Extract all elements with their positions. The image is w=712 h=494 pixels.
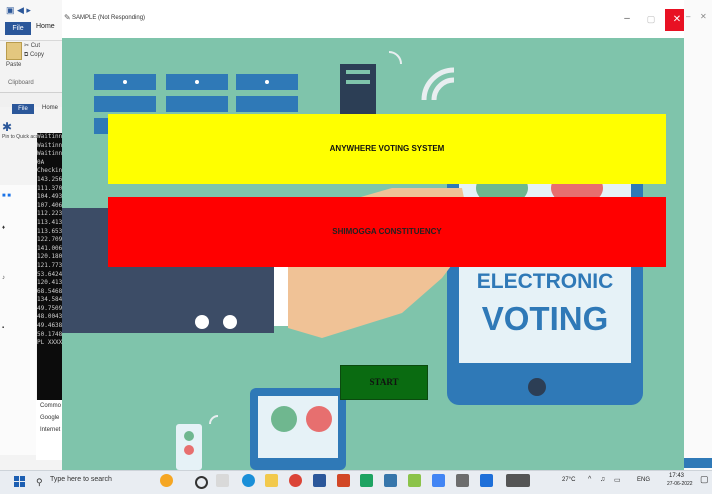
console-line: 143.256 [37,175,63,183]
console-line: 134.584 [37,296,63,304]
pin-icon: ✱ [2,120,13,134]
constituency-banner: SHIMOGGA CONSTITUENCY [108,197,666,267]
nav-item[interactable]: ▪ [2,325,36,334]
battery-icon[interactable]: ▭ [614,476,621,484]
navigation-pane: ■ ■ ♦ ♪ ▪ [0,185,36,455]
cut-label: Cut [30,43,41,49]
console-line: 104.493 [37,193,63,201]
cut-button[interactable]: ✂ Cut [24,42,40,49]
folder-item[interactable]: Google [36,412,64,424]
console-line: Waitinng [37,141,63,149]
explorer-home-tab[interactable]: Home [42,105,58,111]
search-icon: ⚲ [36,477,43,487]
console-line: 113.653 [37,227,63,235]
console-line: 53.6424 [37,270,63,278]
paste-icon[interactable] [6,42,22,60]
console-line: 49.7509 [37,304,63,312]
network-activity-icon[interactable] [506,474,530,487]
console-line: 121.773 [37,261,63,269]
clipboard-group-label: Clipboard [8,80,34,86]
console-line: 107.406 [37,201,63,209]
tray-language[interactable]: ENG [637,477,650,483]
weather-icon[interactable] [160,474,173,487]
powerpoint-icon[interactable] [337,474,350,487]
console-line: 120.413 [37,279,63,287]
copy-label: Copy [29,52,44,58]
console-line: 122.709 [37,236,63,244]
console-line: 112.223 [37,210,63,218]
chevron-up-icon[interactable]: ^ [588,476,591,483]
console-line: 111.370 [37,184,63,192]
explorer-file-tab[interactable]: File [12,104,34,114]
console-line: 0A [37,158,45,166]
folder-item[interactable]: Internet [36,424,64,436]
nav-item[interactable]: ♦ [2,225,36,234]
console-output: WaitinngWaitinngWaitinng0ACheckin143.256… [37,133,63,433]
console-line: 120.180 [37,253,63,261]
console-line: 48.0043 [37,313,63,321]
folder-list: Commo Google Internet [36,400,64,460]
window-title: SAMPLE (Not Responding) [72,15,146,21]
console-line: PL XXXX [37,339,63,347]
file-tab[interactable]: File [5,22,31,35]
console-line: 141.006 [37,244,63,252]
photos-icon[interactable] [432,474,445,487]
folder-item[interactable]: Commo [36,400,64,412]
app-icon[interactable] [480,474,493,487]
search-placeholder[interactable]: Type here to search [50,476,112,483]
nav-item[interactable]: ♪ [2,275,36,284]
chrome-icon[interactable] [289,474,302,487]
windows-start-icon[interactable] [14,476,26,488]
tray-time[interactable]: 17:43 [669,472,684,480]
app-icon[interactable] [456,474,469,487]
home-tab[interactable]: Home [36,23,55,30]
background-window-right: – ✕ [684,0,712,470]
taskbar-preview [684,458,712,468]
app-icon[interactable] [216,474,229,487]
maximize-button[interactable]: ▢ [644,12,658,26]
app-canvas: ELECTRONIC VOTING ANYWHERE VOTING SYSTEM… [62,38,684,470]
volume-icon[interactable]: ♫ [600,476,605,483]
minimize-icon[interactable]: – [686,12,690,21]
notification-icon[interactable]: ▢ [700,474,709,485]
console-line: 50.1748 [37,330,63,338]
tray-temperature[interactable]: 27°C [562,477,575,483]
excel-icon[interactable] [360,474,373,487]
nav-item[interactable]: ■ ■ [2,193,36,202]
console-line: Checkin [37,167,63,175]
minimize-button[interactable]: – [620,12,634,26]
close-icon[interactable]: ✕ [700,12,707,21]
notepad-icon[interactable] [408,474,421,487]
quick-access-toolbar[interactable]: ▣ ◀ ▸ [6,5,31,16]
console-line: 49.4638 [37,322,63,330]
console-line: 68.5468 [37,287,63,295]
tray-date[interactable]: 27-06-2022 [667,481,693,487]
word-icon[interactable] [313,474,326,487]
system-title-banner: ANYWHERE VOTING SYSTEM [108,114,666,184]
illustration-text-voting: VOTING [481,300,609,337]
app-window: ✎ SAMPLE (Not Responding) – ▢ ✕ ELECTRON… [62,0,689,470]
console-line: 113.413 [37,218,63,226]
paste-label[interactable]: Paste [6,62,21,68]
python-icon[interactable] [384,474,397,487]
edge-icon[interactable] [242,474,255,487]
feather-icon: ✎ [64,13,71,22]
start-button[interactable]: START [340,365,428,400]
console-line: Waitinng [37,150,63,158]
illustration-text-electronic: ELECTRONIC [476,270,614,293]
console-line: Waitinng [37,133,63,140]
file-explorer-icon[interactable] [265,474,278,487]
task-view-icon[interactable] [195,476,208,489]
title-bar[interactable]: ✎ SAMPLE (Not Responding) – ▢ ✕ [62,0,689,38]
copy-button[interactable]: ⧉ Copy [24,52,44,59]
